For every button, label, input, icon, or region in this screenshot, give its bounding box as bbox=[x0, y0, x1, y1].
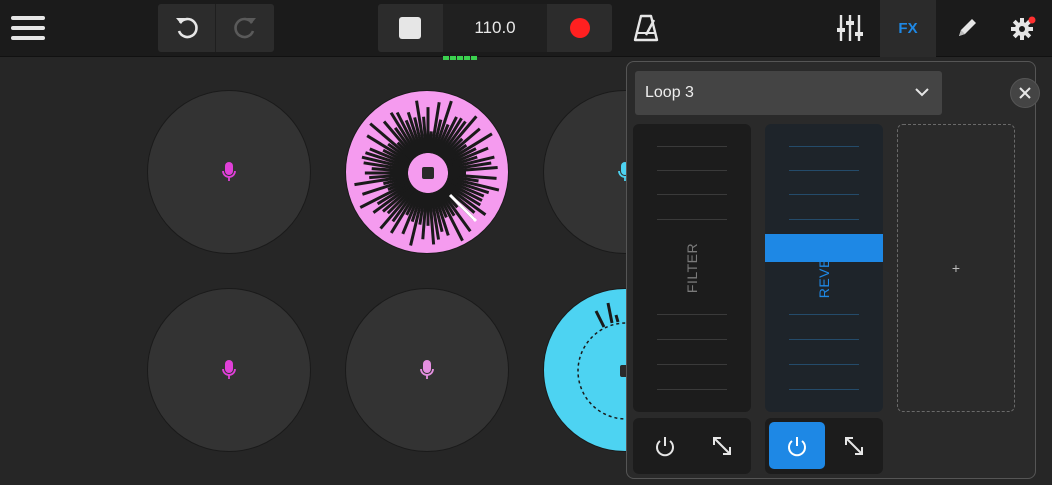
metronome-icon[interactable] bbox=[628, 9, 664, 47]
expand-icon bbox=[845, 436, 863, 455]
app-root: 110.0 FX Loop 3 FILTER REVERB + bbox=[0, 0, 1052, 485]
filter-controls bbox=[633, 418, 751, 474]
power-icon bbox=[656, 436, 674, 456]
expand-icon bbox=[713, 436, 731, 455]
microphone-icon bbox=[222, 360, 236, 379]
bpm-meter bbox=[443, 47, 483, 60]
close-icon bbox=[1019, 87, 1031, 99]
stop-icon bbox=[399, 17, 421, 39]
fx-slot-label: FILTER bbox=[684, 242, 700, 294]
loop-pad-5[interactable] bbox=[345, 288, 509, 452]
add-fx-slot[interactable]: + bbox=[897, 124, 1015, 412]
gear-icon[interactable] bbox=[1006, 10, 1040, 46]
record-icon bbox=[570, 18, 590, 38]
undo-redo-group bbox=[158, 4, 274, 52]
loop-pad-2-playing[interactable] bbox=[345, 90, 509, 254]
filter-power-button[interactable] bbox=[637, 422, 693, 469]
undo-icon[interactable] bbox=[158, 4, 215, 52]
bpm-display[interactable]: 110.0 bbox=[443, 4, 547, 52]
filter-expand-button[interactable] bbox=[697, 422, 747, 469]
chevron-down-icon bbox=[915, 88, 929, 97]
fx-slot-reverb[interactable]: REVERB bbox=[765, 124, 883, 412]
reverb-power-button[interactable] bbox=[769, 422, 825, 469]
fx-slot-label: REVERB bbox=[816, 237, 832, 299]
top-toolbar: 110.0 FX bbox=[0, 0, 1052, 60]
reverb-expand-button[interactable] bbox=[829, 422, 879, 469]
close-button[interactable] bbox=[1010, 78, 1040, 108]
redo-icon[interactable] bbox=[216, 4, 274, 52]
microphone-icon bbox=[222, 162, 236, 181]
waveform-ring bbox=[354, 100, 500, 246]
reverb-controls bbox=[765, 418, 883, 474]
stop-button[interactable] bbox=[378, 4, 442, 52]
hamburger-menu-icon[interactable] bbox=[8, 9, 48, 47]
mixer-sliders-icon[interactable] bbox=[830, 9, 870, 47]
power-icon bbox=[788, 436, 806, 456]
fx-slot-filter[interactable]: FILTER bbox=[633, 124, 751, 412]
loop-selector-dropdown[interactable]: Loop 3 bbox=[635, 71, 942, 115]
microphone-icon bbox=[420, 360, 434, 379]
loop-pad-1[interactable] bbox=[147, 90, 311, 254]
pencil-icon[interactable] bbox=[950, 10, 984, 46]
notification-dot bbox=[1028, 16, 1036, 24]
loop-pad-4[interactable] bbox=[147, 288, 311, 452]
fx-button[interactable]: FX bbox=[880, 0, 936, 57]
record-button[interactable] bbox=[548, 4, 612, 52]
fx-panel: Loop 3 FILTER REVERB + bbox=[626, 61, 1040, 479]
loop-selector-value: Loop 3 bbox=[645, 84, 694, 101]
